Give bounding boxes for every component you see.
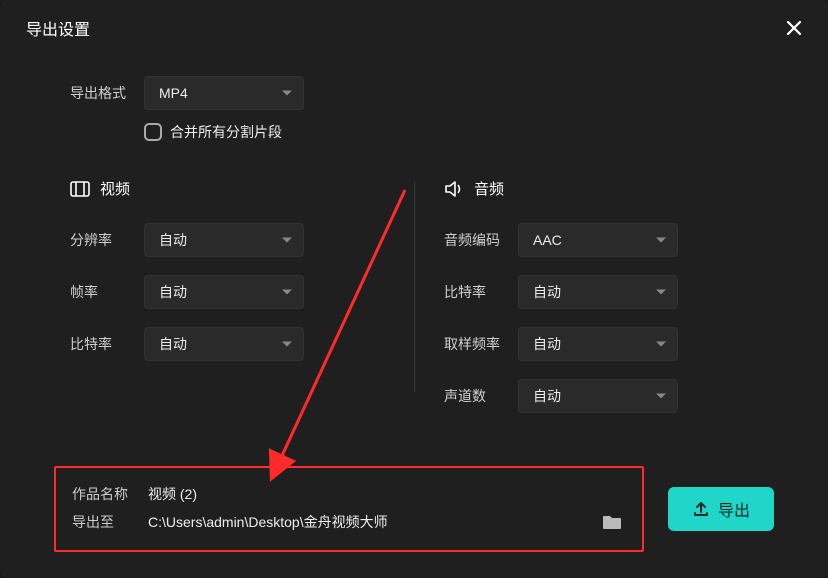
resolution-value: 自动: [159, 230, 187, 250]
fps-label: 帧率: [70, 282, 144, 302]
chevron-down-icon: [655, 387, 667, 405]
chevron-down-icon: [281, 231, 293, 249]
samplerate-select[interactable]: 自动: [518, 327, 678, 361]
output-name-row: 作品名称 视频 (2): [72, 480, 626, 508]
resolution-row: 分辨率 自动: [70, 223, 384, 257]
settings-columns: 视频 分辨率 自动 帧率 自动 比特率: [70, 178, 758, 431]
output-path-row: 导出至 C:\Users\admin\Desktop\金舟视频大师: [72, 508, 626, 536]
audio-column: 音频 音频编码 AAC 比特率 自动: [384, 178, 758, 431]
output-name-value[interactable]: 视频 (2): [148, 484, 626, 504]
fps-value: 自动: [159, 282, 187, 302]
audio-bitrate-label: 比特率: [444, 282, 518, 302]
video-bitrate-select[interactable]: 自动: [144, 327, 304, 361]
format-label: 导出格式: [70, 83, 144, 103]
audio-icon: [444, 180, 464, 198]
close-icon: [785, 19, 803, 37]
output-path-value: C:\Users\admin\Desktop\金舟视频大师: [148, 512, 598, 532]
samplerate-label: 取样频率: [444, 334, 518, 354]
video-bitrate-value: 自动: [159, 334, 187, 354]
video-bitrate-row: 比特率 自动: [70, 327, 384, 361]
folder-icon: [602, 514, 622, 530]
chevron-down-icon: [281, 335, 293, 353]
export-button[interactable]: 导出: [668, 487, 774, 531]
chevron-down-icon: [281, 283, 293, 301]
codec-row: 音频编码 AAC: [444, 223, 758, 257]
video-column: 视频 分辨率 自动 帧率 自动 比特率: [70, 178, 384, 431]
close-button[interactable]: [780, 14, 808, 42]
upload-icon: [692, 500, 710, 518]
fps-select[interactable]: 自动: [144, 275, 304, 309]
column-divider: [414, 182, 415, 392]
merge-row: 合并所有分割片段: [144, 122, 758, 142]
bottom-bar: 作品名称 视频 (2) 导出至 C:\Users\admin\Desktop\金…: [54, 466, 774, 552]
chevron-down-icon: [281, 84, 293, 102]
video-icon: [70, 181, 90, 197]
codec-value: AAC: [533, 232, 562, 248]
merge-label: 合并所有分割片段: [170, 122, 282, 142]
resolution-label: 分辨率: [70, 230, 144, 250]
format-value: MP4: [159, 85, 188, 101]
samplerate-value: 自动: [533, 334, 561, 354]
samplerate-row: 取样频率 自动: [444, 327, 758, 361]
chevron-down-icon: [655, 231, 667, 249]
codec-select[interactable]: AAC: [518, 223, 678, 257]
titlebar: 导出设置: [0, 0, 828, 52]
audio-bitrate-row: 比特率 自动: [444, 275, 758, 309]
codec-label: 音频编码: [444, 230, 518, 250]
audio-bitrate-value: 自动: [533, 282, 561, 302]
audio-bitrate-select[interactable]: 自动: [518, 275, 678, 309]
output-name-label: 作品名称: [72, 484, 148, 504]
video-header-text: 视频: [100, 178, 130, 199]
output-path-label: 导出至: [72, 512, 148, 532]
channels-row: 声道数 自动: [444, 379, 758, 413]
channels-value: 自动: [533, 386, 561, 406]
audio-header: 音频: [444, 178, 758, 199]
format-row: 导出格式 MP4: [70, 76, 758, 110]
dialog-body: 导出格式 MP4 合并所有分割片段 视频 分辨率: [0, 52, 828, 431]
resolution-select[interactable]: 自动: [144, 223, 304, 257]
video-header: 视频: [70, 178, 384, 199]
video-bitrate-label: 比特率: [70, 334, 144, 354]
fps-row: 帧率 自动: [70, 275, 384, 309]
channels-select[interactable]: 自动: [518, 379, 678, 413]
export-settings-dialog: 导出设置 导出格式 MP4 合并所有分割片段 视频: [0, 0, 828, 578]
merge-checkbox[interactable]: [144, 123, 162, 141]
chevron-down-icon: [655, 283, 667, 301]
browse-folder-button[interactable]: [598, 511, 626, 533]
output-box: 作品名称 视频 (2) 导出至 C:\Users\admin\Desktop\金…: [54, 466, 644, 552]
dialog-title: 导出设置: [26, 16, 90, 40]
channels-label: 声道数: [444, 386, 518, 406]
chevron-down-icon: [655, 335, 667, 353]
audio-header-text: 音频: [474, 178, 504, 199]
format-select[interactable]: MP4: [144, 76, 304, 110]
export-button-label: 导出: [718, 497, 750, 521]
